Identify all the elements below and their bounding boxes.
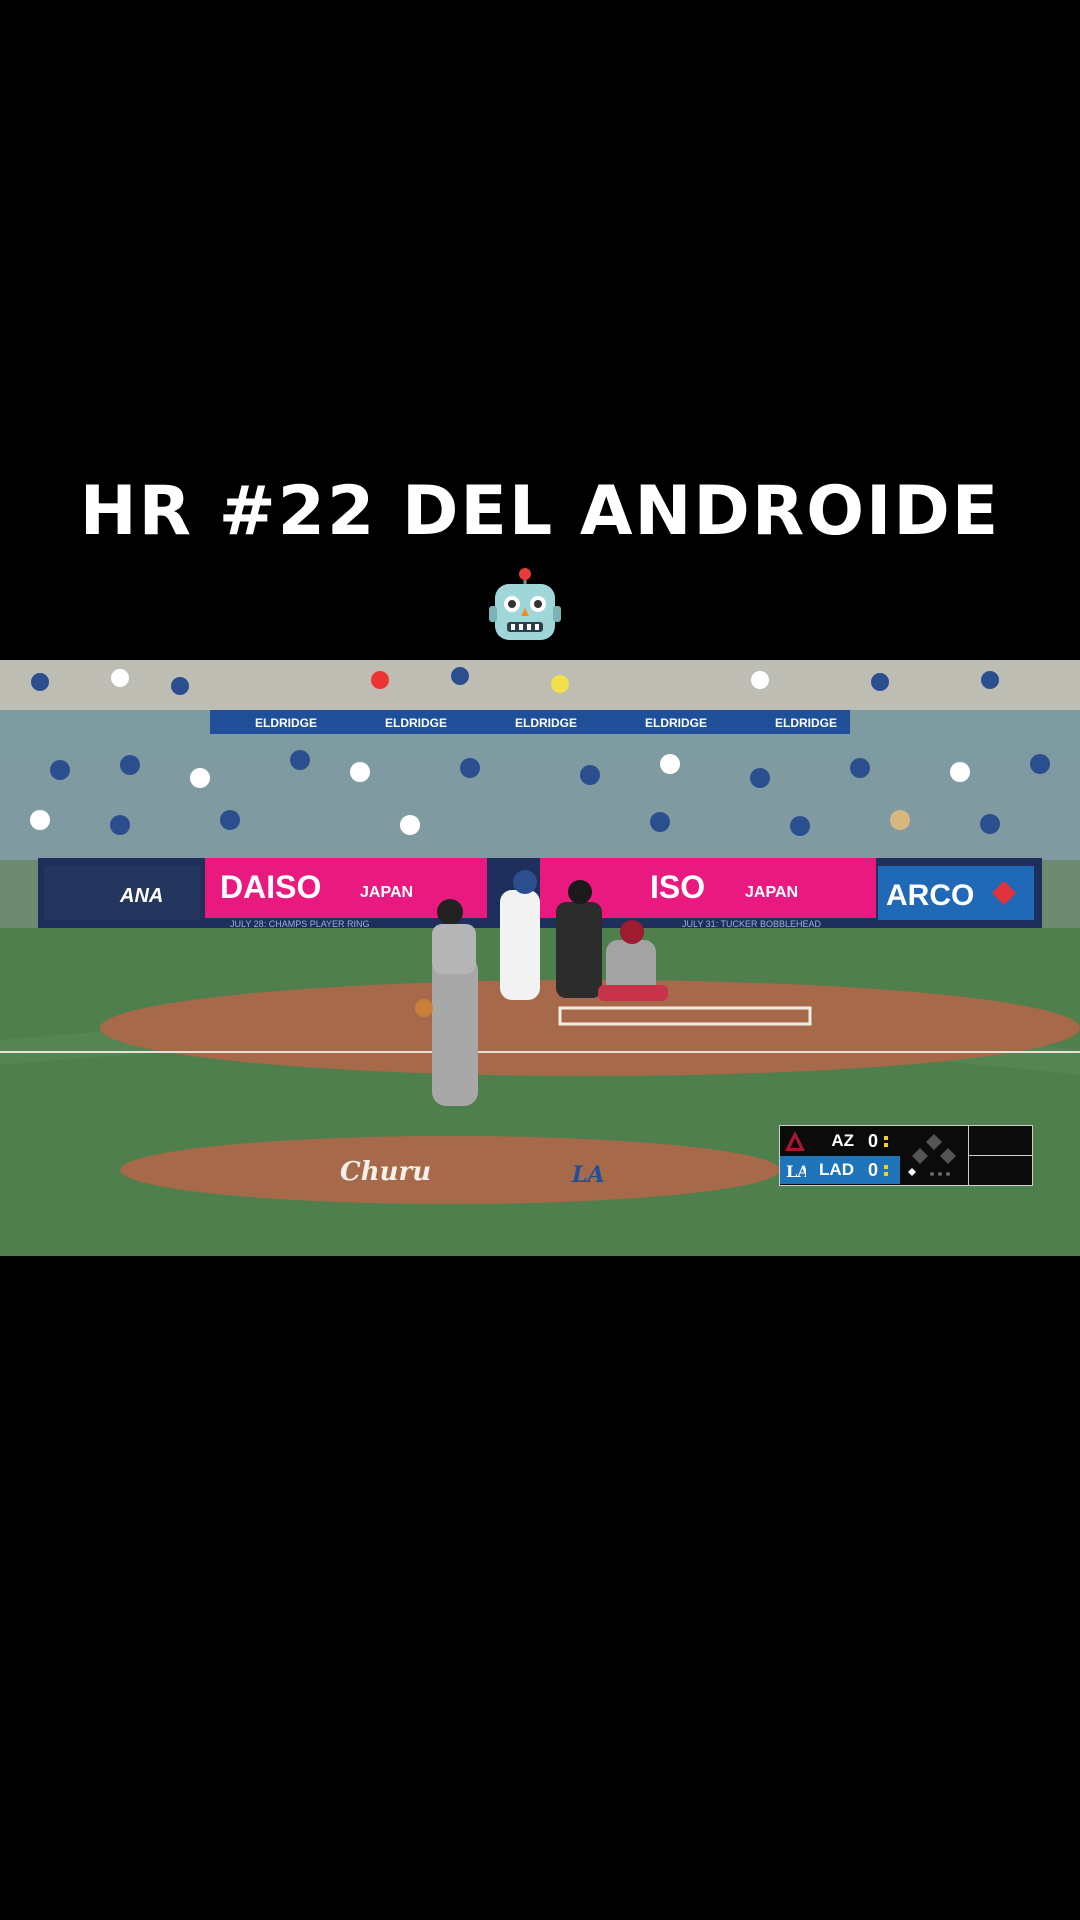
- svg-text:LA: LA: [786, 1162, 806, 1181]
- eldridge-ad: ELDRIDGE: [645, 716, 707, 730]
- scorebug: AZ 0 LA LAD 0: [779, 1125, 1033, 1186]
- scorebug-home-row: LA LAD 0: [780, 1156, 900, 1184]
- crowd: [0, 660, 1080, 860]
- eldridge-ad: ELDRIDGE: [255, 716, 317, 730]
- daiso-ad-right: ISO: [650, 869, 705, 905]
- ana-ad: ANA: [119, 885, 163, 907]
- outs-dots-icon: [884, 1164, 896, 1176]
- eldridge-ad: ELDRIDGE: [385, 716, 447, 730]
- robot-face-icon: [489, 568, 561, 640]
- diamondbacks-logo-icon: [780, 1128, 810, 1154]
- bases-diamond-icon: [902, 1126, 966, 1185]
- scorebug-away-row: AZ 0: [780, 1127, 900, 1155]
- outs-dots-icon: [884, 1135, 896, 1147]
- daiso-ad-left: DAISO: [220, 869, 321, 905]
- promo-right: JULY 31: TUCKER BOBBLEHEAD: [682, 919, 822, 929]
- mound-sponsor: Churu: [340, 1157, 431, 1187]
- daiso-ad-left-sub: JAPAN: [360, 884, 413, 901]
- dodgers-logo-icon: LA: [780, 1157, 810, 1183]
- mound-logo: LA: [571, 1162, 605, 1188]
- top-black-bar: [0, 0, 1080, 470]
- home-team-score: 0: [867, 1159, 878, 1180]
- count-box: [968, 1126, 1033, 1185]
- promo-left: JULY 28: CHAMPS PLAYER RING: [230, 919, 370, 929]
- eldridge-ad: ELDRIDGE: [515, 716, 577, 730]
- daiso-ad-right-sub: JAPAN: [745, 884, 798, 901]
- away-team-name: AZ: [831, 1131, 854, 1150]
- away-team-score: 0: [867, 1130, 878, 1151]
- arco-ad: ARCO: [886, 879, 974, 912]
- caption-title: HR #22 DEL ANDROIDE: [79, 472, 1001, 551]
- home-team-name: LAD: [819, 1160, 854, 1179]
- eldridge-ad: ELDRIDGE: [775, 716, 837, 730]
